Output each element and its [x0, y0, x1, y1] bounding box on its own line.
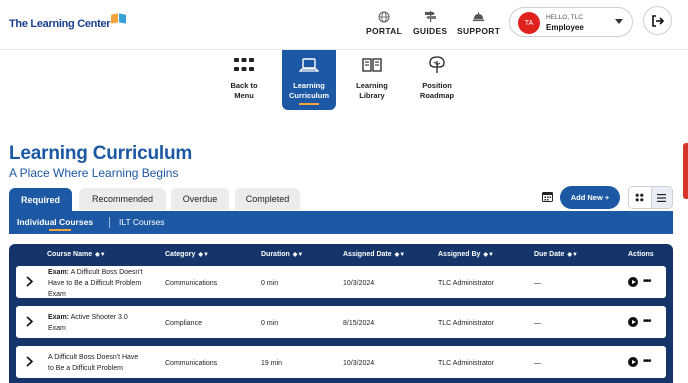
course-category: Communications	[165, 280, 218, 287]
sort-filter-icon[interactable]: ◆▼	[567, 251, 578, 258]
column-header-duration[interactable]: Duration ◆▼	[261, 251, 303, 258]
signpost-icon	[423, 10, 437, 23]
nav-guides[interactable]: GUIDES	[413, 10, 447, 36]
logo[interactable]: The Learning Center	[9, 12, 127, 30]
view-toggle	[628, 186, 673, 209]
subnav-learning-curriculum[interactable]: Learning Curriculum	[282, 50, 336, 110]
tab-recommended[interactable]: Recommended	[79, 188, 166, 210]
course-table: Course Name ◆▼ Category ◆▼ Duration ◆▼ Assi…	[9, 244, 673, 383]
tab-completed[interactable]: Completed	[235, 188, 300, 210]
play-icon[interactable]	[628, 277, 638, 287]
chevron-right-icon[interactable]	[25, 316, 34, 327]
user-greeting: HELLO, TLC	[546, 14, 584, 21]
active-underline	[299, 103, 319, 105]
nav-support-label: SUPPORT	[457, 26, 501, 36]
row-actions: •••	[628, 277, 651, 287]
nav-portal-label: PORTAL	[366, 26, 403, 36]
avatar: TA	[518, 12, 540, 34]
column-header-assigned-date[interactable]: Assigned Date ◆▼	[343, 251, 405, 258]
nav-guides-label: GUIDES	[413, 26, 448, 36]
subnav-label: Learning Library	[356, 81, 388, 100]
subnav-position-roadmap[interactable]: Position Roadmap	[410, 53, 464, 111]
course-duration: 0 min	[261, 320, 279, 327]
course-category: Compliance	[165, 320, 202, 327]
column-header-actions: Actions	[628, 251, 654, 258]
subnav-label: Back to Menu	[230, 81, 258, 100]
more-options-icon[interactable]: •••	[643, 357, 651, 367]
due-date: —	[534, 360, 541, 367]
assigned-date: 10/3/2024	[343, 280, 375, 287]
course-name[interactable]: Exam: A Difficult Boss Doesn't Have to Be…	[48, 267, 163, 300]
sort-filter-icon[interactable]: ◆▼	[395, 251, 406, 258]
assigned-date: 10/3/2024	[343, 360, 375, 367]
table-row[interactable]: Exam: Active Shooter 3.0 Exam Compliance …	[16, 306, 666, 338]
tab-overdue[interactable]: Overdue	[171, 188, 229, 210]
grid-view-button[interactable]	[629, 187, 651, 208]
chevron-right-icon[interactable]	[25, 276, 34, 287]
user-role: Employee	[546, 23, 584, 32]
page-title: Learning Curriculum	[9, 143, 193, 164]
subtab-ilt-courses[interactable]: ILT Courses	[119, 217, 165, 227]
globe-icon	[377, 10, 391, 23]
table-row[interactable]: A Difficult Boss Doesn't Have to Be a Dif…	[16, 346, 666, 378]
row-actions: •••	[628, 317, 651, 327]
tab-required[interactable]: Required	[9, 188, 72, 212]
due-date: —	[534, 280, 541, 287]
subnav-label: Learning Curriculum	[288, 81, 329, 100]
table-row[interactable]: Exam: A Difficult Boss Doesn't Have to Be…	[16, 266, 666, 298]
chevron-right-icon[interactable]	[25, 356, 34, 367]
support-bell-icon	[472, 10, 486, 23]
user-menu[interactable]: TA HELLO, TLC Employee	[509, 7, 633, 37]
list-view-icon	[657, 193, 667, 202]
row-actions: •••	[628, 357, 651, 367]
course-duration: 0 min	[261, 280, 279, 287]
tree-icon	[426, 56, 448, 73]
list-view-button[interactable]	[650, 187, 672, 208]
book-icon	[361, 57, 383, 73]
side-accent-tab[interactable]	[683, 143, 688, 199]
subtab-divider	[109, 217, 110, 228]
more-options-icon[interactable]: •••	[643, 317, 651, 327]
book-logo-icon	[111, 12, 127, 24]
logo-text: The Learning Center	[9, 18, 111, 30]
logout-icon	[651, 14, 664, 27]
play-icon[interactable]	[628, 317, 638, 327]
column-header-due-date[interactable]: Due Date ◆▼	[534, 251, 578, 258]
calendar-icon[interactable]	[542, 191, 553, 202]
assigned-by: TLC Administrator	[438, 280, 495, 287]
page-subtitle: A Place Where Learning Begins	[9, 166, 179, 180]
nav-support[interactable]: SUPPORT	[457, 10, 500, 36]
column-header-assigned-by[interactable]: Assigned By ◆▼	[438, 251, 494, 258]
subtab-individual-courses[interactable]: Individual Courses	[17, 217, 93, 227]
assigned-date: 8/15/2024	[343, 320, 375, 327]
subnav-label: Position Roadmap	[419, 81, 455, 100]
grid-icon	[233, 57, 255, 73]
assigned-by: TLC Administrator	[438, 360, 495, 367]
due-date: —	[534, 320, 541, 327]
laptop-icon	[299, 57, 319, 73]
assigned-by: TLC Administrator	[438, 320, 495, 327]
app-header: The Learning Center PORTAL GUIDES SUPPOR…	[0, 0, 688, 50]
course-duration: 19 min	[261, 360, 283, 367]
column-header-category[interactable]: Category ◆▼	[165, 251, 209, 258]
course-name[interactable]: A Difficult Boss Doesn't Have to Be a Dif…	[48, 352, 163, 374]
sort-filter-icon[interactable]: ◆▼	[483, 251, 494, 258]
more-options-icon[interactable]: •••	[643, 277, 651, 287]
course-category: Communications	[165, 360, 218, 367]
sort-filter-icon[interactable]: ◆▼	[198, 251, 209, 258]
subnav-back-to-menu[interactable]: Back to Menu	[217, 53, 271, 111]
course-type-bar: Individual Courses ILT Courses	[9, 211, 673, 234]
grid-view-icon	[635, 193, 644, 202]
nav-portal[interactable]: PORTAL	[366, 10, 402, 36]
play-icon[interactable]	[628, 357, 638, 367]
chevron-down-icon	[615, 19, 623, 24]
course-name[interactable]: Exam: Active Shooter 3.0 Exam	[48, 312, 163, 334]
sort-filter-icon[interactable]: ◆▼	[293, 251, 304, 258]
add-new-button[interactable]: Add New +	[560, 186, 620, 209]
sort-filter-icon[interactable]: ◆▼	[95, 251, 106, 258]
column-header-course-name[interactable]: Course Name ◆▼	[47, 251, 106, 258]
logout-button[interactable]	[643, 6, 672, 35]
subtab-underline	[49, 229, 71, 231]
subnav-learning-library[interactable]: Learning Library	[345, 53, 399, 111]
